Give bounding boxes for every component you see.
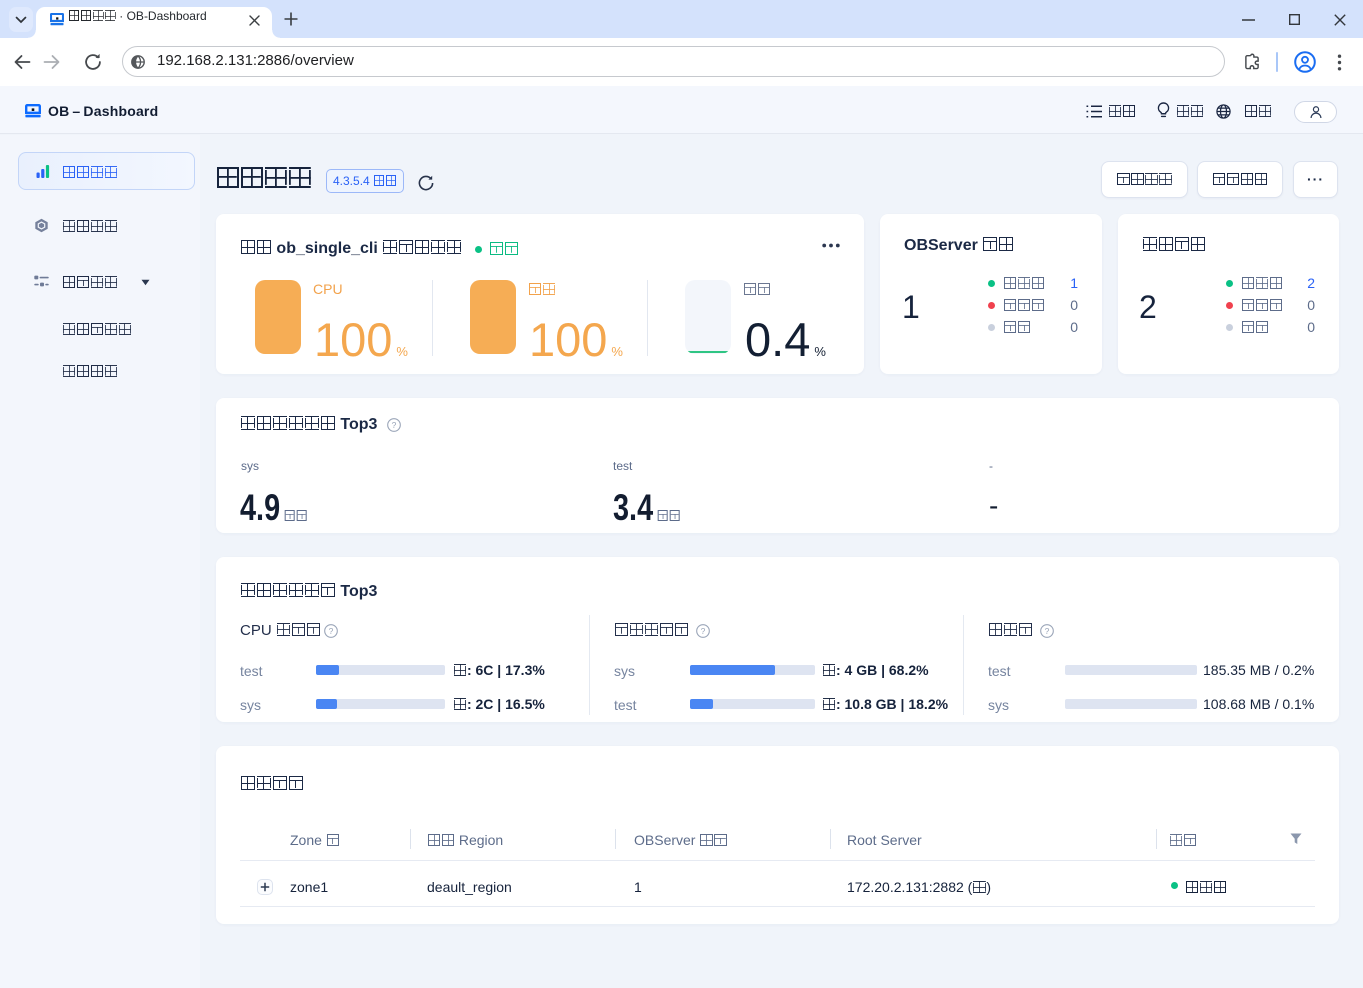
svg-text:?: ?	[392, 420, 397, 430]
svg-text:?: ?	[701, 626, 706, 636]
svg-text:?: ?	[329, 626, 334, 636]
svg-text:?: ?	[1045, 626, 1050, 636]
